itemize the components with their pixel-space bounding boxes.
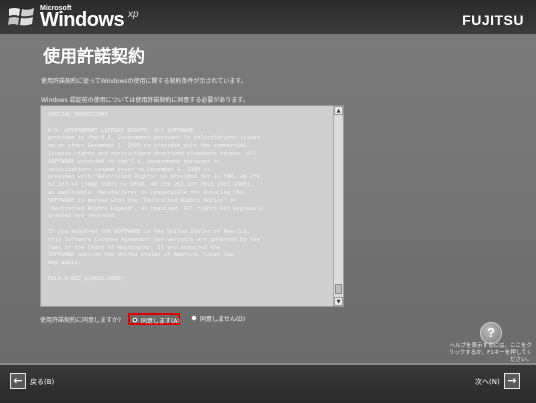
decline-label[interactable]: 同意しません(D) (200, 314, 245, 323)
help-icon[interactable]: ? (480, 322, 502, 344)
accept-radio[interactable]: 同意します(A) (128, 313, 180, 325)
xp-label: xp (128, 9, 139, 20)
help-text[interactable]: ヘルプを表示するには、ここをクリックするか、F1キーを押してください。 (448, 343, 532, 364)
footer-divider (0, 363, 536, 365)
next-arrow-icon[interactable]: → (504, 373, 520, 389)
license-textbox[interactable]: SPECIAL PROVISIONS U.S. GOVERNMENT LICEN… (40, 105, 344, 307)
fujitsu-logo: FUJITSU (462, 12, 524, 28)
license-text: SPECIAL PROVISIONS U.S. GOVERNMENT LICEN… (48, 112, 264, 282)
intro-text-1: 使用許諾契約に従ってWindowsの使用に関する契約条件が示されています。 (41, 78, 247, 85)
intro-text-2: Windows 認証前の使用については使用許諾契約に同意する必要があります。 (41, 97, 249, 104)
windows-logo-icon (8, 8, 34, 26)
back-arrow-icon[interactable]: ← (10, 373, 26, 389)
scroll-down-icon[interactable]: ▼ (334, 297, 343, 306)
radio-unchecked-icon[interactable] (191, 315, 197, 321)
windows-label: Windows (40, 9, 125, 31)
scroll-up-icon[interactable]: ▲ (334, 106, 343, 115)
radio-checked-icon[interactable] (132, 317, 138, 323)
back-button-label[interactable]: 戻る(B) (30, 377, 54, 387)
footer-bar: ← 戻る(B) 次へ(N) → (0, 363, 536, 403)
decline-radio[interactable]: 同意しません(D) (189, 313, 249, 325)
header-bar: Microsoft Windows xp FUJITSU (0, 0, 536, 36)
accept-label[interactable]: 同意します(A) (141, 316, 180, 325)
license-scrollbar[interactable]: ▲ ▼ (333, 106, 343, 306)
scroll-thumb[interactable] (335, 284, 342, 294)
page-title: 使用許諾契約 (43, 47, 145, 67)
consent-prompt: 使用許諾契約に同意しますか? (40, 317, 122, 324)
next-button-label[interactable]: 次へ(N) (475, 377, 500, 387)
